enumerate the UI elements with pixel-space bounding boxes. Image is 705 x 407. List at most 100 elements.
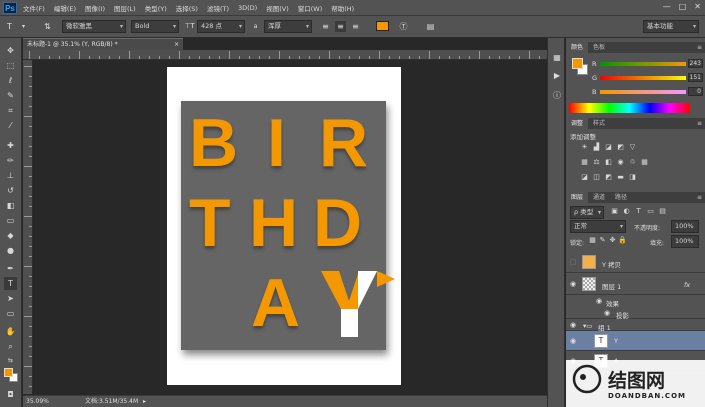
layer-name[interactable]: Y 拷贝 <box>602 259 621 269</box>
filter-pixel-icon[interactable]: ▣ <box>610 207 619 216</box>
effect-row[interactable]: ◉ 投影 <box>566 307 705 320</box>
channel-mixer-icon[interactable]: ♲ <box>628 158 637 167</box>
layer-row[interactable]: ◉ 图层 1 fx <box>566 273 705 295</box>
opacity-input[interactable]: 100% <box>671 220 699 233</box>
align-right-icon[interactable]: ≡ <box>350 21 361 32</box>
panel-menu-icon[interactable]: ≡ <box>697 42 702 53</box>
panel-menu-icon[interactable]: ≡ <box>697 118 702 129</box>
bw-icon[interactable]: ◧ <box>604 158 613 167</box>
lock-pixels-icon[interactable]: ▦ <box>588 236 597 245</box>
threshold-icon[interactable]: ◩ <box>604 173 613 182</box>
layer-filter-select[interactable]: ρ 类型 ▾ <box>570 206 604 219</box>
history-panel-icon[interactable]: ▦ <box>551 52 563 64</box>
move-tool-icon[interactable]: ✥ <box>4 44 17 57</box>
menu-help[interactable]: 帮助(H) <box>331 3 354 13</box>
group-row[interactable]: ◉ ▾▭ 组 1 <box>566 319 705 332</box>
levels-icon[interactable]: ▟ <box>592 143 601 152</box>
menu-3d[interactable]: 3D(D) <box>238 4 257 12</box>
menu-type[interactable]: 类型(Y) <box>145 3 167 13</box>
gradient-map-icon[interactable]: ▬ <box>616 173 625 182</box>
font-style-select[interactable]: Bold ▾ <box>131 20 179 33</box>
channel-r-slider[interactable] <box>600 62 686 66</box>
exposure-icon[interactable]: ◩ <box>616 143 625 152</box>
pen-tool-icon[interactable]: ✒ <box>4 262 17 275</box>
brightness-icon[interactable]: ☀ <box>580 143 589 152</box>
warp-text-icon[interactable]: Ⓣ <box>398 21 409 32</box>
marquee-tool-icon[interactable]: ⬚ <box>4 59 17 72</box>
tab-layers[interactable]: 图层 <box>566 192 589 203</box>
workspace-select[interactable]: 基本功能 ▾ <box>643 20 699 33</box>
posterize-icon[interactable]: ◫ <box>592 173 601 182</box>
menu-view[interactable]: 视图(V) <box>266 3 289 13</box>
eye-icon[interactable]: ◉ <box>570 280 576 288</box>
menu-window[interactable]: 窗口(W) <box>298 3 323 13</box>
hand-tool-icon[interactable]: ✋ <box>4 325 17 338</box>
text-orientation-icon[interactable]: ⇅ <box>42 21 53 32</box>
zoom-level[interactable]: 35.09% <box>26 396 49 407</box>
hue-sat-icon[interactable]: ▦ <box>580 158 589 167</box>
quick-mask-icon[interactable]: ◘ <box>4 388 17 401</box>
zoom-tool-icon[interactable]: ⌕ <box>4 340 17 353</box>
lock-all-icon[interactable]: 🔒 <box>618 236 627 245</box>
color-spectrum[interactable] <box>569 103 690 113</box>
menu-layer[interactable]: 图层(L) <box>114 3 136 13</box>
eyedropper-tool-icon[interactable]: ⁄ <box>4 119 17 132</box>
actions-panel-icon[interactable]: ▶ <box>551 70 563 82</box>
text-color-swatch[interactable] <box>376 21 389 31</box>
layer-name[interactable]: 图层 1 <box>602 281 621 291</box>
folder-icon[interactable]: ▾▭ <box>583 322 592 330</box>
fill-input[interactable]: 100% <box>671 235 699 248</box>
filter-type-icon[interactable]: T <box>634 207 643 216</box>
photo-filter-icon[interactable]: ◉ <box>616 158 625 167</box>
align-center-icon[interactable]: ≡ <box>335 21 346 32</box>
align-left-icon[interactable]: ≡ <box>320 21 331 32</box>
foreground-color-swatch[interactable] <box>4 368 13 377</box>
status-arrow-icon[interactable]: ▸ <box>143 396 146 407</box>
tab-adjustments[interactable]: 调整 <box>566 118 589 129</box>
fx-badge[interactable]: fx <box>684 281 690 289</box>
curves-icon[interactable]: ◪ <box>604 143 613 152</box>
text-tool-preset-icon[interactable]: T <box>4 21 15 32</box>
healing-tool-icon[interactable]: ✚ <box>4 139 17 152</box>
maximize-button[interactable]: □ <box>679 2 687 11</box>
lasso-tool-icon[interactable]: ℓ <box>4 74 17 87</box>
tab-paths[interactable]: 路径 <box>610 192 632 203</box>
blend-mode-select[interactable]: 正常 ▾ <box>570 220 626 233</box>
minimize-button[interactable]: — <box>663 2 671 11</box>
channel-g-slider[interactable] <box>600 76 686 80</box>
channel-b-value[interactable]: 0 <box>688 87 703 96</box>
menu-image[interactable]: 图像(I) <box>85 3 105 13</box>
color-lookup-icon[interactable]: ▦ <box>640 158 649 167</box>
eye-icon[interactable]: ◉ <box>596 297 602 305</box>
channel-g-value[interactable]: 151 <box>688 73 703 82</box>
effects-row[interactable]: ◉ 效果 <box>566 295 705 308</box>
dodge-tool-icon[interactable]: ● <box>4 244 17 257</box>
font-size-select[interactable]: 428 点 ▾ <box>197 20 245 33</box>
color-balance-icon[interactable]: ⚖ <box>592 158 601 167</box>
visibility-off-icon[interactable]: □ <box>570 258 577 266</box>
selective-color-icon[interactable]: ◨ <box>628 173 637 182</box>
crop-tool-icon[interactable]: ⌗ <box>4 104 17 117</box>
path-select-tool-icon[interactable]: ➤ <box>4 292 17 305</box>
eye-icon[interactable]: ◉ <box>570 337 576 345</box>
layer-name[interactable]: Y <box>614 337 618 345</box>
close-button[interactable]: ✕ <box>694 2 701 11</box>
menu-edit[interactable]: 编辑(E) <box>54 3 76 13</box>
swap-colors-icon[interactable]: ⇆ <box>4 354 17 367</box>
close-tab-icon[interactable]: × <box>174 39 179 50</box>
menu-file[interactable]: 文件(F) <box>23 3 45 13</box>
tab-channels[interactable]: 通道 <box>588 192 610 203</box>
anti-alias-select[interactable]: 浑厚 ▾ <box>264 20 312 33</box>
channel-r-value[interactable]: 243 <box>688 59 703 68</box>
vibrance-icon[interactable]: ▽ <box>628 143 637 152</box>
tab-swatches[interactable]: 色板 <box>588 42 610 53</box>
quick-select-tool-icon[interactable]: ✎ <box>4 89 17 102</box>
document-tab[interactable]: 未标题-1 @ 35.1% (Y, RGB/8) * × <box>23 38 183 50</box>
tab-styles[interactable]: 样式 <box>588 118 610 129</box>
layer-row-selected[interactable]: ◉ T Y <box>566 331 705 351</box>
filter-shape-icon[interactable]: ▭ <box>646 207 655 216</box>
chevron-down-icon[interactable]: ▾ <box>18 21 29 32</box>
eye-icon[interactable]: ◉ <box>570 321 576 329</box>
channel-b-slider[interactable] <box>600 90 686 94</box>
blur-tool-icon[interactable]: ◆ <box>4 229 17 242</box>
